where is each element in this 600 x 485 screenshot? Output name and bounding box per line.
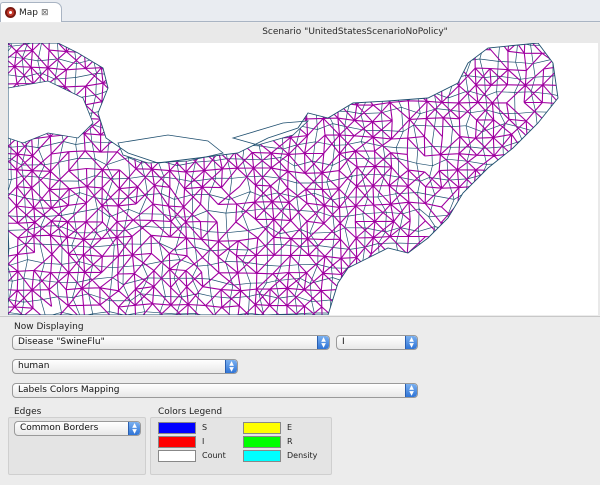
legend-swatch-r — [243, 436, 281, 448]
labels-select-value: Labels Colors Mapping — [18, 385, 120, 395]
map-view: Scenario "UnitedStatesScenarioNoPolicy" — [0, 23, 600, 315]
population-select-value: human — [18, 361, 50, 371]
close-icon[interactable]: ⊠ — [41, 8, 49, 18]
labels-select[interactable]: Labels Colors Mapping ▲ ▼ — [12, 383, 418, 398]
edge-mesh — [8, 43, 558, 315]
chevron-updown-icon: ▲ ▼ — [225, 360, 237, 373]
lake-1 — [117, 134, 224, 164]
population-select[interactable]: human ▲ ▼ — [12, 359, 238, 374]
scenario-title: Scenario "UnitedStatesScenarioNoPolicy" — [262, 27, 448, 37]
legend-swatch-count — [158, 450, 196, 462]
state-select[interactable]: I ▲ ▼ — [336, 335, 418, 350]
legend-label-density: Density — [287, 451, 318, 460]
disease-select[interactable]: Disease "SwineFlu" ▲ ▼ — [12, 335, 330, 350]
colors-legend-group: S E I R Count Density — [150, 417, 332, 475]
legend-label-i: I — [202, 437, 205, 446]
edges-group: Common Borders ▲ ▼ — [8, 417, 146, 475]
chevron-updown-icon: ▲ ▼ — [405, 384, 417, 397]
edges-select[interactable]: Common Borders ▲ ▼ — [14, 421, 141, 436]
tab-map-label: Map — [19, 7, 38, 18]
chevron-updown-icon: ▲ ▼ — [405, 336, 417, 349]
map-canvas[interactable] — [8, 43, 598, 315]
now-displaying-label: Now Displaying — [14, 322, 84, 332]
state-select-value: I — [342, 337, 345, 347]
edges-label: Edges — [14, 407, 42, 417]
legend-label-e: E — [287, 423, 293, 432]
map-region-mesh — [8, 43, 558, 315]
tab-map[interactable]: Map ⊠ — [0, 2, 62, 22]
edges-select-value: Common Borders — [20, 423, 99, 433]
chevron-updown-icon: ▲ ▼ — [317, 336, 329, 349]
control-panel: Now Displaying Disease "SwineFlu" ▲ ▼ I ▲… — [0, 316, 600, 485]
colors-legend-title: Colors Legend — [158, 407, 223, 417]
legend-swatch-e — [243, 422, 281, 434]
legend-label-r: R — [287, 437, 293, 446]
legend-label-s: S — [202, 423, 208, 432]
legend-swatch-s — [158, 422, 196, 434]
legend-swatch-density — [243, 450, 281, 462]
map-svg[interactable] — [8, 43, 598, 315]
map-icon — [5, 7, 16, 18]
legend-swatch-i — [158, 436, 196, 448]
editor-tab-bar: Map ⊠ — [0, 0, 600, 22]
lake-0 — [8, 80, 94, 144]
legend-label-count: Count — [202, 451, 226, 460]
disease-select-value: Disease "SwineFlu" — [18, 337, 105, 347]
chevron-updown-icon: ▲ ▼ — [128, 422, 140, 435]
